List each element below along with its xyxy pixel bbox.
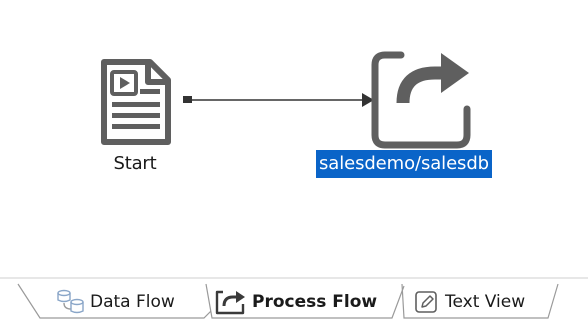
- tab-text-view-label: Text View: [445, 292, 526, 312]
- text-view-icon: [414, 290, 440, 314]
- document-start-icon: [101, 59, 171, 145]
- redirect-arrow-icon: [371, 51, 471, 149]
- tab-process-flow-label: Process Flow: [252, 292, 378, 312]
- tab-text-view[interactable]: Text View: [414, 284, 525, 320]
- target-node-label: salesdemo/salesdb: [316, 150, 492, 178]
- tab-data-flow[interactable]: Data Flow: [55, 284, 175, 320]
- process-flow-canvas[interactable]: Start salesdemo/salesdb: [0, 0, 588, 270]
- tab-process-flow[interactable]: Process Flow: [213, 284, 377, 320]
- process-flow-icon: [213, 288, 247, 316]
- start-node-label: Start: [113, 153, 157, 174]
- data-flow-icon: [55, 289, 85, 315]
- tab-data-flow-label: Data Flow: [90, 292, 175, 312]
- view-tab-strip: Data Flow Process Flow Text View: [0, 270, 588, 328]
- flow-connector[interactable]: [180, 88, 380, 112]
